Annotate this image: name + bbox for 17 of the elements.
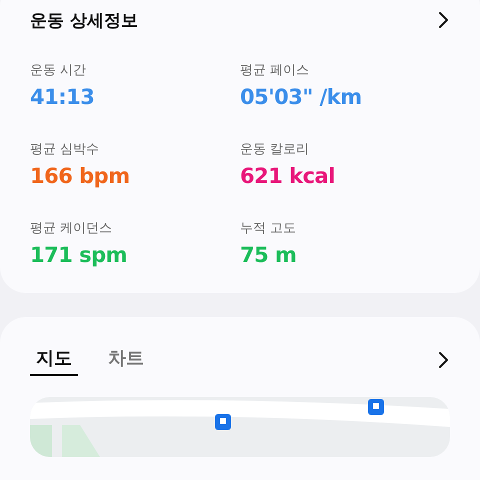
stat-value: 41:13 [30, 85, 96, 109]
stat-value: 621 kcal [240, 164, 336, 188]
stat-label: 평균 케이던스 [30, 220, 114, 237]
stat-label: 누적 고도 [240, 220, 298, 237]
tab[interactable]: 차트 [102, 344, 150, 376]
stat-label: 평균 페이스 [240, 62, 310, 79]
stat-value: 75 m [240, 243, 298, 267]
stat-label: 운동 시간 [30, 62, 88, 79]
tab[interactable]: 지도 [30, 344, 78, 376]
card-title: 운동 상세정보 [30, 10, 138, 32]
stat-value: 166 bpm [30, 164, 131, 188]
stat-value: 171 spm [30, 243, 128, 267]
chevron-right-icon[interactable] [438, 11, 450, 29]
chevron-right-icon[interactable] [438, 351, 450, 369]
stat-value: 05'03" /km [240, 85, 363, 109]
stat-label: 운동 칼로리 [240, 141, 310, 158]
stat-label: 평균 심박수 [30, 141, 100, 158]
